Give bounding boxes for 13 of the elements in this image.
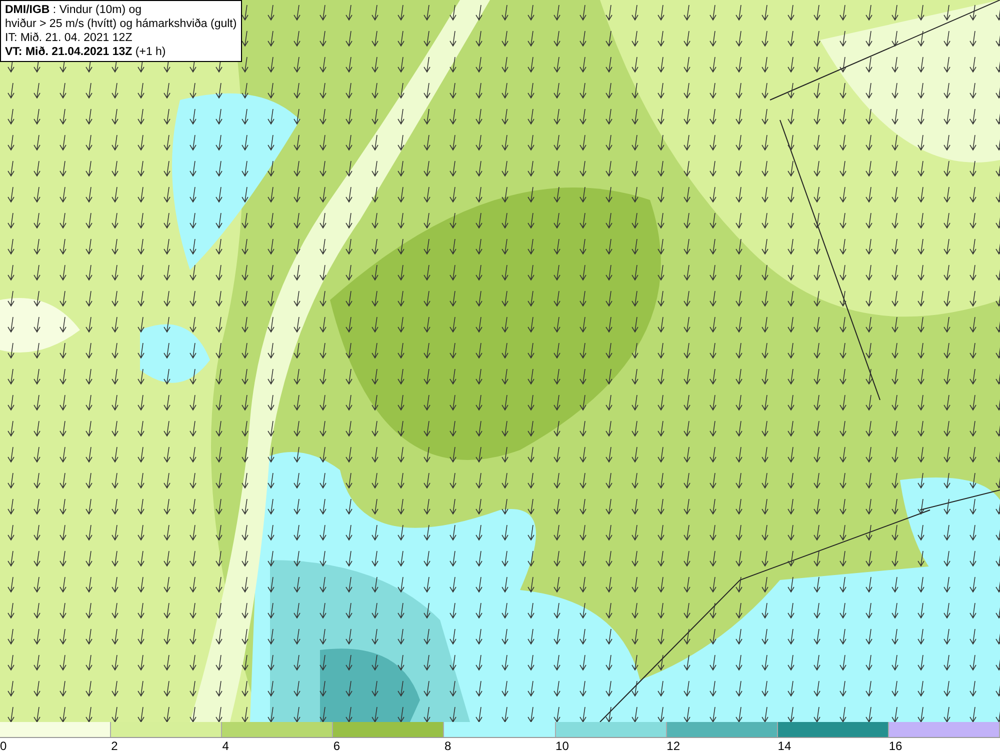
legend-tick-label: 0 bbox=[0, 738, 7, 753]
title-line: hviður > 25 m/s (hvítt) og hámarkshviða (gult) bbox=[5, 17, 237, 31]
legend-tick-label: 10 bbox=[554, 738, 569, 753]
legend-tick-label: 4 bbox=[221, 738, 229, 753]
legend-tick-label: 14 bbox=[776, 738, 792, 753]
legend-tick-label: 2 bbox=[110, 738, 118, 753]
title-line: IT: Mið. 21. 04. 2021 12Z bbox=[5, 31, 134, 45]
title-line: VT: Mið. 21.04.2021 13Z (+1 h) bbox=[5, 45, 167, 59]
legend-tick-label: 12 bbox=[666, 738, 680, 753]
legend-tick-label: 6 bbox=[332, 738, 340, 753]
legend-tick-label: 16 bbox=[888, 738, 902, 753]
title-line: DMI/IGB : Vindur (10m) og bbox=[5, 3, 143, 17]
legend-tick-label: 8 bbox=[443, 738, 452, 753]
